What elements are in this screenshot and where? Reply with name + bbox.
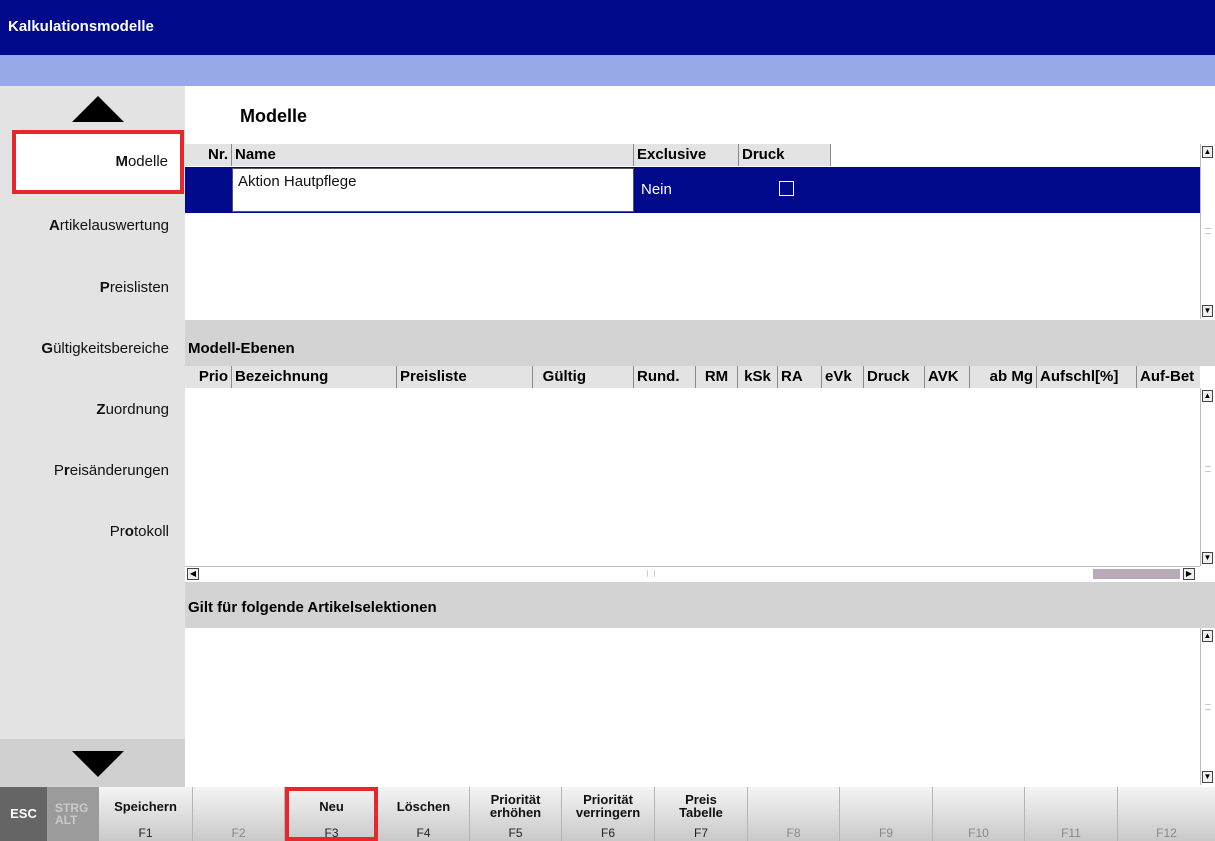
col-druck2[interactable]: Druck [864,366,925,388]
col-nr[interactable]: Nr. [185,144,232,166]
col-evk[interactable]: eVk [822,366,864,388]
sidebar-item-zuordnung[interactable]: Zuordnung [0,380,185,440]
sidebar-item-modelle[interactable]: Modelle [12,130,184,194]
selektionen-vscrollbar[interactable]: ▲ ▼ [1200,628,1214,785]
exclusive-cell: Nein [641,181,672,198]
scroll-down-icon[interactable]: ▼ [1202,771,1213,783]
col-rund[interactable]: Rund. [634,366,696,388]
scroll-up-icon[interactable]: ▲ [1202,390,1213,402]
col-abmg[interactable]: ab Mg [970,366,1037,388]
esc-button[interactable]: ESC [0,787,47,841]
f4-loeschen-button[interactable]: Löschen F4 [378,787,470,841]
sidebar-item-preislisten[interactable]: Preislisten [0,258,185,318]
scroll-up-arrow-icon[interactable] [72,96,124,122]
f11-button[interactable]: F11 [1025,787,1118,841]
col-auf-bet[interactable]: Auf-Bet [1137,366,1200,388]
ebenen-vscrollbar[interactable]: ▲ ▼ [1200,388,1214,566]
scroll-up-icon[interactable]: ▲ [1202,630,1213,642]
col-rm[interactable]: RM [696,366,738,388]
modelle-vscrollbar[interactable]: ▲ ▼ [1200,144,1214,319]
main-panel: Modelle Nr. Name Exclusive Druck Aktion … [185,86,1215,787]
scroll-down-icon[interactable]: ▼ [1202,552,1213,564]
f12-button[interactable]: F12 [1118,787,1215,841]
col-gueltig[interactable]: Gültig [533,366,634,388]
sidebar-item-label: tokoll [133,523,169,540]
col-name[interactable]: Name [232,144,634,166]
scroll-left-icon[interactable]: ◀ [187,568,199,580]
table-row[interactable]: Aktion Hautpflege Nein [185,167,1200,213]
scroll-down-icon[interactable]: ▼ [1202,305,1213,317]
f2-button[interactable]: F2 [193,787,285,841]
sidebar-item-preisaenderungen[interactable]: Preisänderungen [0,441,185,501]
ebenen-table-header: Prio Bezeichnung Preisliste Gültig Rund.… [185,366,1200,388]
window-titlebar: Kalkulationsmodelle [0,0,1215,55]
col-bezeichnung[interactable]: Bezeichnung [232,366,397,388]
druck-checkbox[interactable] [779,181,794,196]
section-title-modelle: Modelle [240,106,308,126]
f7-preis-tabelle-button[interactable]: Preis Tabelle F7 [655,787,748,841]
col-aufschl[interactable]: Aufschl[%] [1037,366,1137,388]
scroll-right-icon[interactable]: ▶ [1183,568,1195,580]
f3-neu-button[interactable]: Neu F3 [285,787,378,841]
sidebar-item-label: eisänderungen [69,462,169,479]
sidebar-item-label: rtikelauswertung [59,217,169,234]
scroll-down-arrow-icon[interactable] [72,751,124,777]
scroll-grip-icon [647,570,655,577]
sidebar-item-label: ültigkeitsbereiche [53,340,169,357]
sidebar-item-label-prefix: Pr [109,523,125,540]
sidebar-item-label: reislisten [109,279,169,296]
f1-speichern-button[interactable]: Speichern F1 [99,787,193,841]
f8-button[interactable]: F8 [748,787,840,841]
sub-toolbar [0,55,1215,86]
modelle-table-header: Nr. Name Exclusive Druck [185,144,831,166]
f5-prioritaet-erhoehen-button[interactable]: Priorität erhöhen F5 [470,787,562,841]
sidebar: Modelle Artikelauswertung Preislisten Gü… [0,86,185,787]
function-key-bar: ESC STRG ALT Speichern F1 F2 Neu F3 Lösc… [0,787,1215,841]
sidebar-item-artikelauswertung[interactable]: Artikelauswertung [0,196,185,256]
sidebar-item-label: odelle [127,153,168,170]
sidebar-item-protokoll[interactable]: Protokoll [0,502,185,562]
hotkey-letter: Z [96,401,106,418]
sidebar-item-gueltigkeitsbereiche[interactable]: Gültigkeitsbereiche [0,319,185,379]
window-title: Kalkulationsmodelle [8,18,154,35]
section-title-ebenen: Modell-Ebenen [185,320,1215,366]
sidebar-item-label: uordnung [105,401,169,418]
scroll-thumb[interactable] [1093,569,1180,579]
ebenen-hscrollbar[interactable]: ◀ ▶ [185,566,1200,580]
col-prio[interactable]: Prio [185,366,232,388]
col-preisliste[interactable]: Preisliste [397,366,533,388]
strg-alt-indicator: STRG ALT [47,787,99,841]
name-cell-input[interactable]: Aktion Hautpflege [232,168,634,212]
section-title-selektionen: Gilt für folgende Artikelselektionen [185,582,1215,628]
hotkey-letter: o [124,523,134,540]
hotkey-letter: G [41,340,54,357]
scroll-grip-icon [1205,228,1211,234]
f6-prioritaet-verringern-button[interactable]: Priorität verringern F6 [562,787,655,841]
scroll-grip-icon [1205,704,1211,710]
hotkey-letter: A [48,217,60,234]
col-exclusive[interactable]: Exclusive [634,144,739,166]
hotkey-letter: M [115,153,128,170]
col-ra[interactable]: RA [778,366,822,388]
scroll-up-icon[interactable]: ▲ [1202,146,1213,158]
f9-button[interactable]: F9 [840,787,933,841]
sidebar-item-label-prefix: P [53,462,64,479]
col-druck[interactable]: Druck [739,144,831,166]
col-ksk[interactable]: kSk [738,366,778,388]
hotkey-letter: P [99,279,110,296]
col-avk[interactable]: AVK [925,366,970,388]
f10-button[interactable]: F10 [933,787,1025,841]
scroll-grip-icon [1205,466,1211,472]
